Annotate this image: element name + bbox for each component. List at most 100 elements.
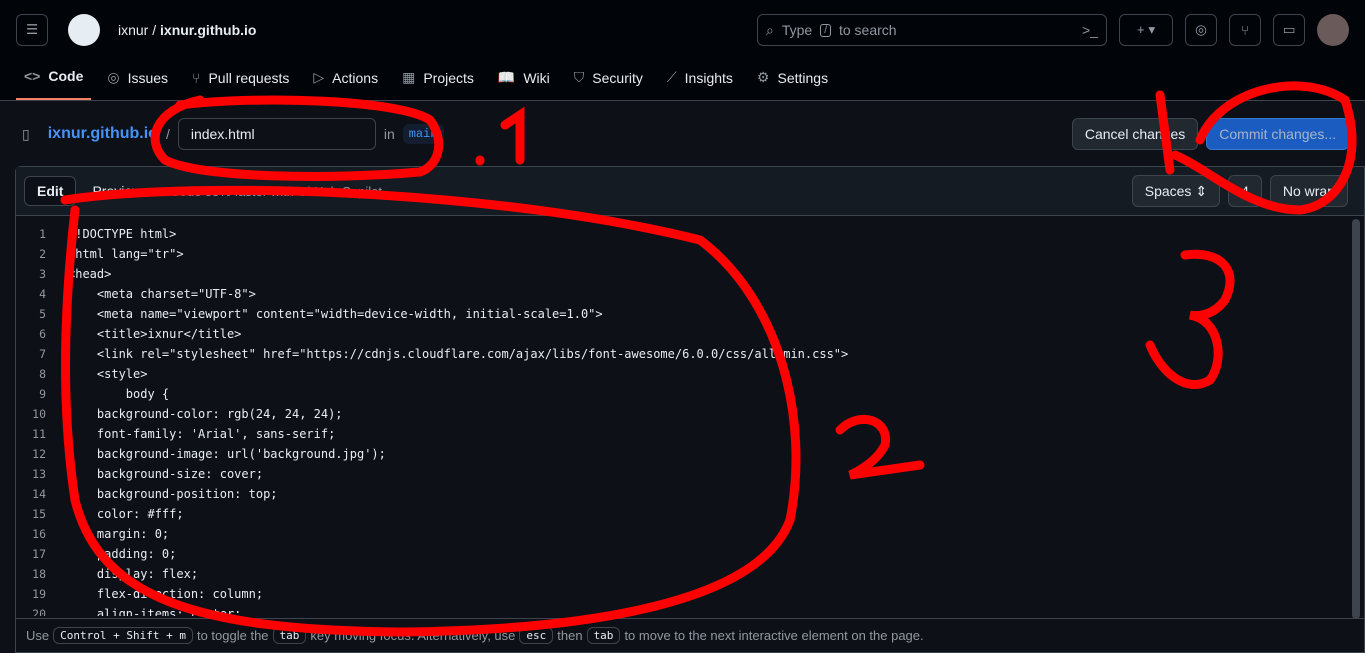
line-number: 9 [39,387,46,401]
hamburger-icon: ☰ [26,22,38,37]
line-number: 3 [39,267,46,281]
search-input[interactable]: ⌕ Type / to search >_ [757,14,1107,46]
code-line: 7 <link rel="stylesheet" href="https://c… [16,344,1364,364]
issues-button[interactable]: ◎ [1185,14,1217,46]
pull-requests-button[interactable]: ⑂ [1229,14,1261,46]
sort-icon: ⇕ [1195,182,1208,199]
tab-pull-requests[interactable]: ⑂ Pull requests [184,70,297,100]
hint-text: then [557,628,583,643]
code-line: 14 background-position: top; [16,484,1364,504]
tab-issues[interactable]: ◎ Issues [99,69,176,100]
keyboard-hint: Use Control + Shift + m to toggle the ta… [16,618,1364,652]
command-palette-icon[interactable]: >_ [1082,22,1098,38]
tab-wiki[interactable]: 📖 Wiki [490,69,558,100]
menu-button[interactable]: ☰ [16,14,48,46]
path-separator: / [165,126,170,142]
top-bar: ☰ ixnur / ixnur.github.io ⌕ Type / to searc… [0,0,1365,60]
kbd-esc: esc [519,627,554,644]
tab-preview[interactable]: Preview [80,176,154,206]
editor-toolbar: Edit Preview Code 55% faster with GitHub… [16,167,1364,216]
code-line: 4 <meta charset="UTF-8"> [16,284,1364,304]
wrap-mode-select[interactable]: No wrap [1269,175,1348,207]
line-number: 18 [32,567,46,581]
code-line: 1 <!DOCTYPE html> [16,224,1364,244]
repo-nav: <> Code ◎ Issues ⑂ Pull requests ▷ Actions ▦… [0,60,1365,101]
pull-request-icon: ⑂ [192,70,201,86]
line-number: 8 [39,367,46,381]
tab-projects[interactable]: ▦ Projects [394,69,482,100]
tab-actions[interactable]: ▷ Actions [305,69,386,100]
filename-input[interactable] [177,118,376,150]
code-line: 10 background-color: rgb(24, 24, 24); [16,404,1364,424]
shield-icon: ⛉ [573,69,585,85]
line-text: <meta name="viewport" content="width=dev… [68,307,603,321]
issue-icon: ◎ [1195,22,1207,37]
owner-link[interactable]: ixnur [118,22,148,38]
code-line: 11 font-family: 'Arial', sans-serif; [16,424,1364,444]
play-icon: ▷ [313,69,325,85]
code-line: 20 align-items: center; [16,604,1364,616]
copilot-promo[interactable]: Code 55% faster with GitHub Copilot [170,184,382,199]
hint-text: to toggle the [196,628,269,643]
indent-mode-select[interactable]: Spaces ⇕ [1131,175,1221,207]
code-line: 3 <head> [16,264,1364,284]
cancel-changes-button[interactable]: Cancel changes [1071,118,1199,150]
code-area[interactable]: 1 <!DOCTYPE html> 2 <html lang="tr"> 3 <head>… [16,216,1364,616]
code-line: 15 color: #fff; [16,504,1364,524]
code-icon: <> [24,68,41,84]
tab-security[interactable]: ⛉ Security [566,69,651,100]
graph-icon: ⟋ [666,69,677,85]
tab-settings[interactable]: ⚙ Settings [749,69,836,100]
tab-edit[interactable]: Edit [24,176,77,206]
tab-insights[interactable]: ⟋ Insights [659,69,741,100]
hint-text: Use [26,628,50,643]
gear-icon: ⚙ [756,69,770,85]
code-line: 17 padding: 0; [16,544,1364,564]
wrap-mode-value: No wrap [1282,183,1335,199]
github-logo[interactable] [68,14,100,46]
tab-label: Wiki [523,69,550,86]
indent-mode-value: Spaces [1144,183,1192,199]
inbox-button[interactable]: ▭ [1273,14,1305,46]
tab-code[interactable]: <> Code [16,68,92,100]
inbox-icon: ▭ [1282,22,1296,37]
branch-badge: main [402,124,444,144]
create-new-button[interactable]: + ▾ [1119,14,1173,46]
repo-link[interactable]: ixnur.github.io [48,125,158,143]
scrollbar[interactable] [1352,219,1360,619]
line-text: margin: 0; [68,527,170,541]
line-number: 15 [32,507,46,521]
sidebar-toggle-icon[interactable]: ▯ [22,126,30,143]
code-line: 9 body { [16,384,1364,404]
line-number: 5 [39,307,46,321]
repo-link[interactable]: ixnur.github.io [160,22,256,38]
line-number: 13 [32,467,46,481]
line-text: <style> [68,367,148,381]
editor-header: ▯ ixnur.github.io / in main Cancel chang… [0,101,1365,167]
tab-label: Issues [127,69,169,86]
line-text: <link rel="stylesheet" href="https://cdn… [68,347,849,361]
code-line: 6 <title>ixnur</title> [16,324,1364,344]
line-text: <title>ixnur</title> [68,327,242,341]
avatar[interactable] [1317,14,1349,46]
code-line: 13 background-size: cover; [16,464,1364,484]
line-number: 10 [32,407,46,421]
plus-icon: + ▾ [1136,22,1156,37]
code-line: 16 margin: 0; [16,524,1364,544]
commit-changes-button[interactable]: Commit changes... [1206,118,1349,150]
search-placeholder: Type [781,22,813,38]
line-text: flex-direction: column; [68,587,264,601]
indent-size-select[interactable]: 4 [1228,175,1262,207]
pull-request-icon: ⑂ [1241,22,1249,38]
code-line: 5 <meta name="viewport" content="width=d… [16,304,1364,324]
line-text: <!DOCTYPE html> [68,227,177,241]
tab-label: Actions [332,69,379,86]
line-text: <meta charset="UTF-8"> [68,287,256,301]
line-text: body { [68,387,170,401]
search-icon: ⌕ [766,21,774,38]
line-number: 6 [39,327,46,341]
line-number: 1 [39,227,46,241]
tab-label: Security [592,69,643,86]
breadcrumb: ixnur / ixnur.github.io [118,22,257,38]
line-text: display: flex; [68,567,199,581]
